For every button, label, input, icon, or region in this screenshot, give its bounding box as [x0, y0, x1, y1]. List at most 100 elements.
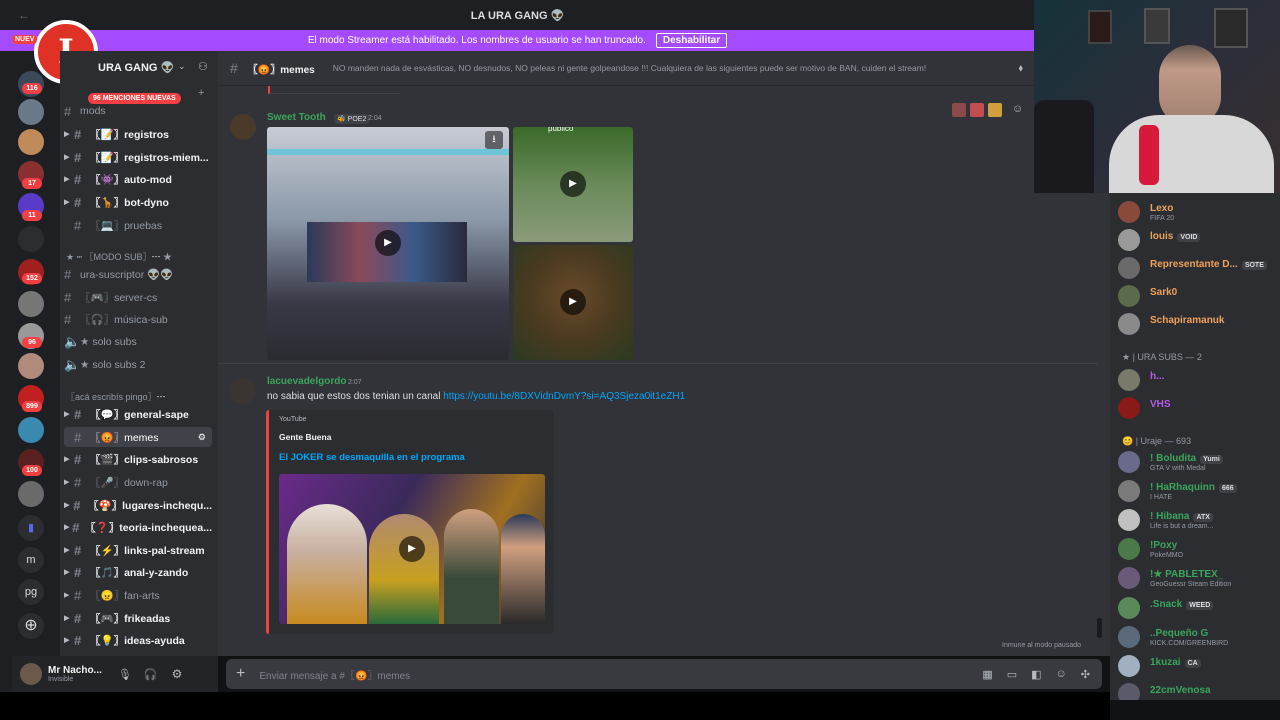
channel-musica-sub[interactable]: # 〖🎧〗música-sub — [64, 309, 212, 329]
channel-ura-suscriptor[interactable]: # ura-suscriptor 👽👽 — [64, 264, 212, 284]
apps-icon[interactable]: ✣ — [1081, 668, 1090, 681]
server-icon[interactable] — [18, 99, 44, 125]
reactions[interactable]: ☺ — [952, 103, 1026, 117]
add-reaction-icon[interactable]: ☺ — [1012, 103, 1026, 117]
message-link[interactable]: https://youtu.be/8DXVidnDvmY?si=AQ3Sjeza… — [443, 391, 685, 402]
reaction-icon[interactable] — [970, 103, 984, 117]
channel-general-sape[interactable]: ▶ # 〖💬〗general-sape — [64, 404, 212, 424]
channel-registros-miem[interactable]: ▶ # 〖📝〗registros-miem... — [64, 147, 212, 167]
play-icon[interactable]: ▶ — [560, 289, 586, 315]
message-input-box[interactable]: + Enviar mensaje a #〖😡〗memes ▦ ▭ ◧ ☺ ✣ — [226, 659, 1102, 689]
disable-streamer-button[interactable]: Deshabilitar — [655, 33, 728, 48]
member-item[interactable]: h... — [1118, 369, 1278, 393]
server-icon[interactable] — [18, 291, 44, 317]
reaction-icon[interactable] — [988, 103, 1002, 117]
avatar[interactable] — [230, 114, 256, 140]
channel-links-pal-stream[interactable]: ▶ # 〖⚡〗links-pal-stream — [64, 540, 212, 560]
message-author[interactable]: lacuevadelgordo — [267, 376, 346, 387]
add-channel-icon[interactable]: + — [198, 87, 204, 99]
sticker-icon[interactable]: ◧ — [1031, 668, 1041, 681]
video-attachment[interactable]: publico ▶ — [513, 127, 633, 242]
settings-icon[interactable]: ⚙ — [198, 432, 206, 443]
message-author[interactable]: Sweet Tooth — [267, 112, 326, 123]
channel-registros[interactable]: ▶ # 〖📝〗registros — [64, 124, 212, 144]
avatar[interactable] — [20, 663, 42, 685]
server-icon-m[interactable]: m — [18, 547, 44, 573]
member-item[interactable]: Schapiramanuk — [1118, 313, 1278, 337]
voice-channel-solo-subs-2[interactable]: 🔈 ★ solo subs 2 — [64, 355, 212, 375]
member-item[interactable]: !Poxy PokeMMO — [1118, 538, 1278, 562]
play-icon[interactable]: ▶ — [375, 230, 401, 256]
threads-icon[interactable]: ⬧ — [1019, 63, 1024, 74]
add-user-icon[interactable]: ⚇ — [198, 60, 208, 73]
play-icon[interactable]: ▶ — [399, 536, 425, 562]
channel-bot-dyno[interactable]: ▶ # 〖🦒〗bot-dyno — [64, 192, 212, 212]
folder-icon[interactable]: ▮ — [18, 515, 44, 541]
embed-provider[interactable]: YouTube — [279, 416, 307, 423]
scrollbar[interactable] — [1097, 618, 1102, 638]
gift-icon[interactable]: ▦ — [982, 668, 992, 681]
server-icon[interactable] — [18, 353, 44, 379]
channel-clips-sabrosos[interactable]: ▶ # 〖🎬〗clips-sabrosos — [64, 449, 212, 469]
message-input[interactable]: Enviar mensaje a #〖😡〗memes — [259, 667, 410, 682]
user-name[interactable]: Mr Nacho... — [48, 665, 102, 676]
channel-down-rap[interactable]: ▶ # 〖🎤〗down-rap — [64, 472, 212, 492]
channel-teoria[interactable]: ▶ # 〖❓〗teoria-inchequea... — [64, 517, 212, 537]
channel-topic[interactable]: NO manden nada de esvásticas, NO desnudo… — [333, 63, 973, 73]
channel-ideas-ayuda[interactable]: ▶ # 〖💡〗ideas-ayuda — [64, 630, 212, 650]
server-icon[interactable] — [18, 226, 44, 252]
member-item[interactable]: ! HaRhaquinn 666 I HATE — [1118, 480, 1278, 504]
emoji-icon[interactable]: ☺ — [1056, 668, 1067, 681]
headphones-icon[interactable]: 🎧 — [144, 668, 158, 681]
server-icon-pg[interactable]: pg — [18, 579, 44, 605]
channel-mods[interactable]: # mods — [64, 101, 212, 121]
member-item[interactable]: VHS — [1118, 397, 1278, 421]
member-category: 😊 | Uraje — 693 — [1122, 436, 1192, 446]
add-attachment-icon[interactable]: + — [236, 665, 245, 683]
member-item[interactable]: .Snack WEED — [1118, 597, 1278, 621]
channel-memes[interactable]: # 〖😡〗memes ⚙ — [64, 427, 212, 447]
channel-anal-y-zando[interactable]: ▶ # 〖🎵〗anal-y-zando — [64, 562, 212, 582]
gear-icon[interactable]: ⚙ — [172, 667, 183, 681]
member-item[interactable]: ..Pequeño G KICK.COM/GREENBIRD — [1118, 626, 1278, 650]
reaction-icon[interactable] — [952, 103, 966, 117]
download-icon[interactable]: ⭳ — [485, 131, 503, 149]
bottom-bar — [0, 692, 1110, 720]
video-thumbnail[interactable]: ▶ — [279, 474, 545, 624]
member-item[interactable]: !★ PABLETEX_ GeoGuessr Steam Edition — [1118, 567, 1278, 591]
server-icon[interactable] — [18, 129, 44, 155]
member-item[interactable]: ! Hibana ATX Life is but a dream... — [1118, 509, 1278, 533]
person-figure — [501, 514, 545, 624]
microphone-icon[interactable]: 🎙 — [118, 668, 132, 681]
embed-author[interactable]: Gente Buena — [279, 432, 331, 442]
server-name[interactable]: URA GANG 👽 — [98, 61, 174, 74]
member-item[interactable]: Representante D... SOTE — [1118, 257, 1278, 281]
channel-pruebas[interactable]: # 〖💻〗pruebas — [64, 215, 212, 235]
avatar[interactable] — [230, 378, 256, 404]
member-item[interactable]: 22cmVenosa — [1118, 683, 1278, 700]
server-icon[interactable] — [18, 417, 44, 443]
category-aca[interactable]: 〖acá escribís pingo〗┅ — [66, 390, 166, 403]
channel-auto-mod[interactable]: ▶ # 〖👾〗auto-mod — [64, 169, 212, 189]
channel-fan-arts[interactable]: ▶ # 〖😠〗fan-arts — [64, 585, 212, 605]
channel-server-cs[interactable]: # 〖🎮〗server-cs — [64, 287, 212, 307]
member-item[interactable]: Lexo FIFA 20 — [1118, 201, 1278, 225]
gif-icon[interactable]: ▭ — [1007, 668, 1017, 681]
video-attachment[interactable]: ▶ — [513, 245, 633, 360]
member-item[interactable]: 1kuzai CA — [1118, 655, 1278, 679]
chevron-down-icon[interactable]: ⌄ — [178, 61, 186, 72]
back-arrow-icon[interactable]: ← — [18, 8, 30, 22]
message-timestamp: 2:04 — [368, 115, 382, 122]
server-icon[interactable] — [18, 481, 44, 507]
voice-channel-solo-subs[interactable]: 🔈 ★ solo subs — [64, 332, 212, 352]
channel-lugares[interactable]: ▶ # 〖🍄〗lugares-inchequ... — [64, 495, 212, 515]
member-item[interactable]: ! Boludita Yumi GTA V with Medal — [1118, 451, 1278, 475]
channel-frikeadas[interactable]: ▶ # 〖🎮〗frikeadas — [64, 608, 212, 628]
member-item[interactable]: Sark0 — [1118, 285, 1278, 309]
member-item[interactable]: louis VOID — [1118, 229, 1278, 253]
add-server-icon[interactable]: ⊕ — [18, 613, 44, 639]
embed-title[interactable]: El JOKER se desmaquilla en el programa — [279, 452, 465, 463]
video-attachment[interactable]: ▶ ⭳ — [267, 127, 509, 360]
play-icon[interactable]: ▶ — [560, 171, 586, 197]
category-modo-sub[interactable]: ★ ┅ 〖MODO SUB〗┅ ★ — [66, 250, 172, 263]
